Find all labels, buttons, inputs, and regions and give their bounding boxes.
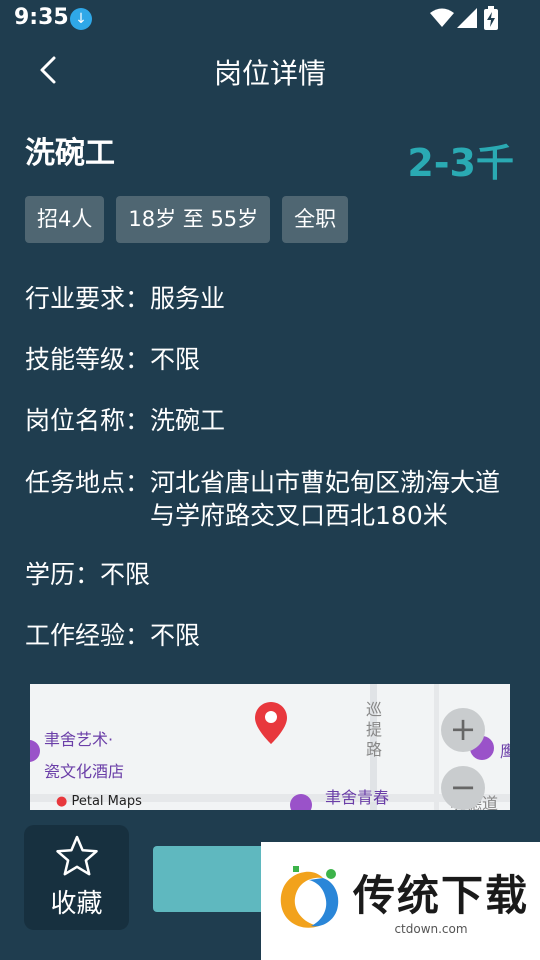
status-time: 9:35 [14,5,69,30]
status-bar: 9:35 ↓ [0,0,540,38]
map-road [434,684,439,810]
favorite-label: 收藏 [50,889,103,919]
map-provider-text: Petal Maps [71,794,142,809]
info-value: 服务业 [150,284,226,313]
info-row-industry: 行业要求： 服务业 [25,282,520,315]
info-label: 行业要求： [25,284,151,313]
zoom-out-button[interactable]: − [441,766,485,810]
wifi-icon [430,8,454,27]
battery-charging-icon [484,6,498,30]
info-row-location: 任务地点： 河北省唐山市曹妃甸区渤海大道与学府路交叉口西北180米 [25,466,520,532]
map-poi-right: 鹰 [500,742,510,761]
info-row-skill-level: 技能等级： 不限 [25,343,520,376]
location-pin-icon [255,702,287,744]
ctdown-logo-icon [280,866,339,928]
info-label: 岗位名称： [25,406,151,435]
info-value: 洗碗工 [150,406,226,435]
info-row-education: 学历： 不限 [25,558,520,591]
tag-headcount: 招4人 [25,196,105,243]
app-header: 岗位详情 [0,40,540,100]
info-value: 不限 [100,560,151,589]
zoom-in-button[interactable]: + [441,708,485,752]
petal-maps-icon: ● [56,794,68,809]
map-poi-bottom: 聿舍青春 [325,788,390,807]
info-label: 工作经验： [25,621,151,650]
info-label: 任务地点： [25,468,151,497]
info-value: 不限 [150,345,201,374]
location-map[interactable]: 聿舍艺术· 瓷文化酒店 巡 提 路 聿舍青春 明德道 鹰 + − ● Petal… [30,684,510,810]
map-provider-label: ● Petal Maps [56,794,142,809]
download-icon: ↓ [70,8,92,30]
map-poi-hotel: 聿舍艺术· [44,730,114,749]
page-title: 岗位详情 [213,57,326,90]
map-poi-hotel-line2: 瓷文化酒店 [44,762,125,781]
watermark-overlay: 传统下载 ctdown.com [261,842,540,960]
info-label: 技能等级： [25,345,151,374]
watermark-url: ctdown.com [394,922,468,936]
info-label: 学历： [25,560,101,589]
poi-marker-icon [30,740,40,762]
job-tags: 招4人 18岁 至 55岁 全职 [25,196,349,243]
tag-age-range: 18岁 至 55岁 [116,196,271,243]
info-row-position-name: 岗位名称： 洗碗工 [25,404,520,437]
salary: 2-3千 [407,141,514,185]
info-value: 不限 [150,621,201,650]
tag-job-type: 全职 [282,196,349,243]
watermark-brand: 传统下载 [353,871,530,920]
favorite-button[interactable]: 收藏 [24,825,129,930]
star-outline-icon [56,835,98,876]
signal-icon [457,8,477,28]
map-road-label: 路 [366,740,383,759]
info-row-experience: 工作经验： 不限 [25,619,520,652]
poi-marker-icon [290,794,312,810]
info-value: 河北省唐山市曹妃甸区渤海大道与学府路交叉口西北180米 [150,468,501,530]
job-title: 洗碗工 [25,136,115,171]
